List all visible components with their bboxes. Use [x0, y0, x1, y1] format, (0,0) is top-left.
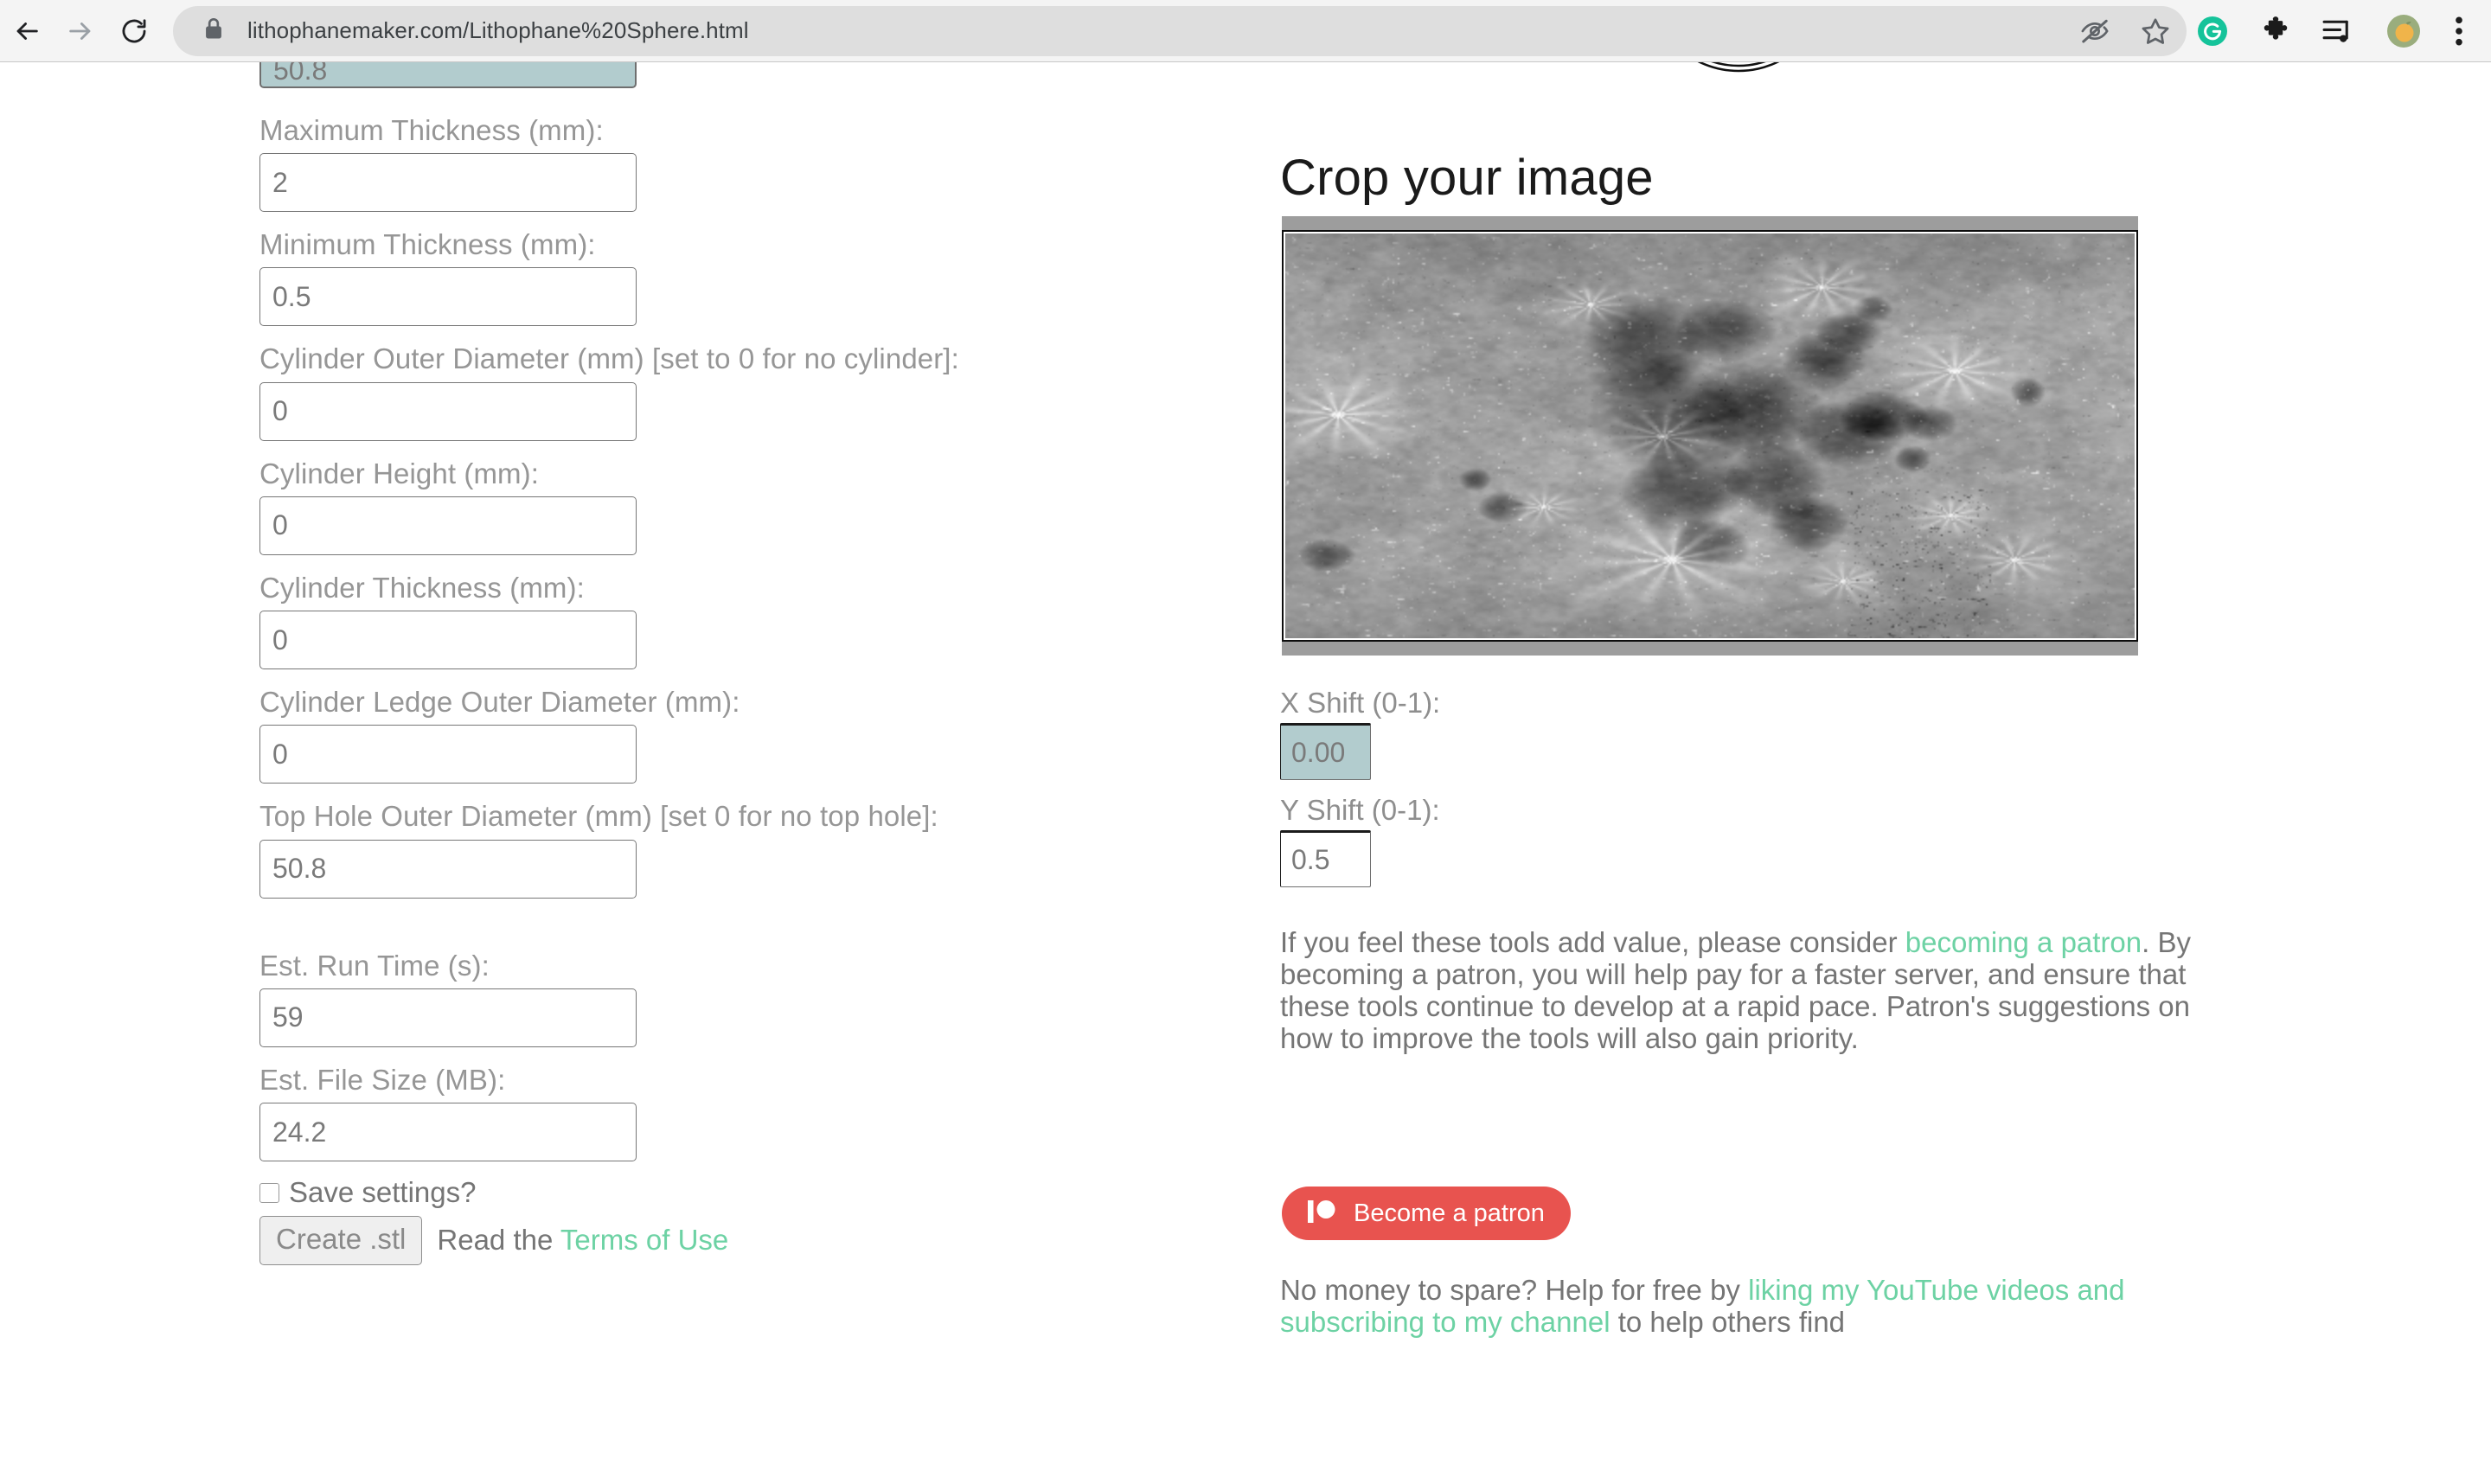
- field-label: Est. Run Time (s):: [259, 949, 490, 982]
- field-group-cylinder-height: Cylinder Height (mm): 0: [259, 456, 1194, 555]
- field-label: Cylinder Outer Diameter (mm) [set to 0 f…: [259, 342, 959, 375]
- field-group-est-file-size: Est. File Size (MB): 24.2: [259, 1062, 1194, 1162]
- shift-controls: X Shift (0-1): 0.00 Y Shift (0-1): 0.5: [1280, 687, 2059, 901]
- field-group-est-run-time: Est. Run Time (s): 59: [259, 948, 1194, 1047]
- page-title: Crop your image: [1280, 150, 1654, 206]
- page-content: 50.8 Maximum Thickness (mm): 2 Minimum T…: [0, 62, 2491, 1484]
- hidden-eye-icon[interactable]: [2079, 16, 2110, 47]
- reload-icon: [119, 16, 149, 46]
- lunar-surface-map-image: [1282, 216, 2138, 656]
- patron-text-part1: If you feel these tools add value, pleas…: [1280, 926, 1905, 958]
- field-group-cylinder-thickness: Cylinder Thickness (mm): 0: [259, 570, 1194, 670]
- field-group-maximum-thickness: Maximum Thickness (mm): 2: [259, 112, 1194, 213]
- input-cylinder-outer-diameter[interactable]: 0: [259, 381, 637, 441]
- create-stl-button[interactable]: Create .stl: [259, 1216, 423, 1265]
- input-top-hole-outer-diameter[interactable]: 50.8: [259, 839, 637, 899]
- forward-arrow-icon: [66, 16, 95, 46]
- field-group-minimum-thickness: Minimum Thickness (mm): 0.5: [259, 227, 1194, 327]
- field-label: Maximum Thickness (mm):: [259, 114, 604, 146]
- forward-button[interactable]: [54, 4, 107, 58]
- url-text: lithophanemaker.com/Lithophane%20Sphere.…: [247, 17, 749, 43]
- save-settings-checkbox[interactable]: [259, 1182, 279, 1203]
- back-arrow-icon: [12, 16, 42, 46]
- patron-paragraph: If you feel these tools add value, pleas…: [1280, 926, 2207, 1055]
- bookmark-star-icon[interactable]: [2140, 16, 2171, 47]
- free-help-part1: No money to spare? Help for free by: [1280, 1274, 1749, 1306]
- back-button[interactable]: [0, 4, 54, 58]
- field-label: Top Hole Outer Diameter (mm) [set 0 for …: [259, 800, 938, 833]
- become-a-patron-label: Become a patron: [1354, 1199, 1545, 1227]
- input-maximum-thickness[interactable]: 2: [259, 153, 637, 213]
- save-settings-label: Save settings?: [289, 1176, 477, 1209]
- x-shift-label: X Shift (0-1):: [1280, 687, 1441, 719]
- field-label: Est. File Size (MB):: [259, 1063, 506, 1096]
- browser-toolbar: lithophanemaker.com/Lithophane%20Sphere.…: [0, 0, 2491, 62]
- media-playlist-icon[interactable]: [2321, 16, 2356, 46]
- becoming-a-patron-link[interactable]: becoming a patron: [1905, 926, 2142, 958]
- y-shift-input[interactable]: 0.5: [1280, 830, 1371, 887]
- field-label: Cylinder Height (mm):: [259, 457, 539, 489]
- settings-form: Maximum Thickness (mm): 2 Minimum Thickn…: [259, 62, 1194, 1265]
- input-cylinder-height[interactable]: 0: [259, 496, 637, 555]
- input-est-file-size[interactable]: 24.2: [259, 1103, 637, 1162]
- patreon-logo-icon: [1306, 1198, 1339, 1230]
- y-shift-label: Y Shift (0-1):: [1280, 794, 1440, 826]
- form-actions: Create .stl Read the Terms of Use: [259, 1216, 1194, 1265]
- free-help-part2: to help others find: [1610, 1305, 1846, 1338]
- become-a-patron-button[interactable]: Become a patron: [1282, 1187, 1571, 1240]
- chrome-menu-icon[interactable]: [2451, 15, 2467, 48]
- lock-icon: [202, 16, 225, 45]
- crop-image-area[interactable]: [1282, 216, 2138, 656]
- input-minimum-thickness[interactable]: 0.5: [259, 267, 637, 327]
- field-group-cylinder-outer-diameter: Cylinder Outer Diameter (mm) [set to 0 f…: [259, 341, 1194, 441]
- save-settings-row[interactable]: Save settings?: [259, 1176, 1194, 1209]
- extensions-puzzle-icon[interactable]: [2259, 15, 2292, 48]
- field-label: Cylinder Ledge Outer Diameter (mm):: [259, 686, 740, 719]
- field-label: Minimum Thickness (mm):: [259, 228, 596, 261]
- field-label: Cylinder Thickness (mm):: [259, 571, 585, 604]
- free-help-paragraph: No money to spare? Help for free by liki…: [1280, 1274, 2249, 1339]
- reload-button[interactable]: [107, 4, 161, 58]
- omnibox-actions: [2079, 6, 2171, 56]
- sphere-preview-arc: [1652, 62, 1825, 78]
- browser-extension-actions: [2195, 13, 2491, 49]
- grammarly-extension-icon[interactable]: [2195, 14, 2230, 48]
- input-cylinder-ledge-outer-diameter[interactable]: 0: [259, 725, 637, 784]
- terms-sentence: Read the Terms of Use: [437, 1224, 728, 1257]
- field-group-top-hole-outer-diameter: Top Hole Outer Diameter (mm) [set 0 for …: [259, 798, 1194, 899]
- field-group-cylinder-ledge-outer-diameter: Cylinder Ledge Outer Diameter (mm): 0: [259, 684, 1194, 784]
- read-the-text: Read the: [437, 1224, 560, 1257]
- address-bar[interactable]: lithophanemaker.com/Lithophane%20Sphere.…: [173, 5, 2187, 56]
- input-est-run-time[interactable]: 59: [259, 988, 637, 1047]
- x-shift-input[interactable]: 0.00: [1280, 723, 1371, 780]
- terms-of-use-link[interactable]: Terms of Use: [560, 1224, 728, 1256]
- profile-avatar-icon[interactable]: [2385, 13, 2422, 49]
- input-cylinder-thickness[interactable]: 0: [259, 611, 637, 670]
